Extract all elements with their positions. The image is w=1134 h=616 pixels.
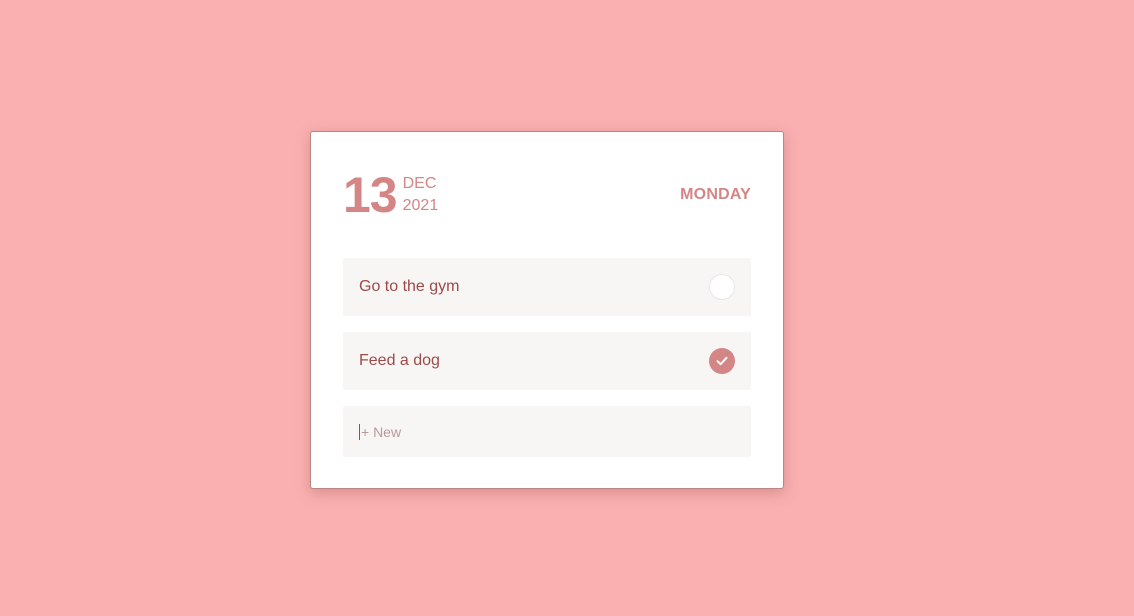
task-label: Feed a dog bbox=[359, 352, 440, 369]
weekday-label: MONDAY bbox=[680, 186, 751, 203]
day-number: 13 bbox=[343, 167, 398, 223]
month-year: DEC 2021 bbox=[403, 173, 439, 217]
date-header: 13 DEC 2021 MONDAY bbox=[343, 170, 751, 220]
todo-card: 13 DEC 2021 MONDAY Go to the gym Feed a … bbox=[310, 131, 784, 489]
checkmark-icon bbox=[716, 356, 728, 366]
new-task-input[interactable] bbox=[359, 423, 735, 440]
date-display: 13 DEC 2021 bbox=[343, 170, 438, 220]
task-list: Go to the gym Feed a dog bbox=[343, 258, 751, 457]
year-label: 2021 bbox=[402, 197, 439, 214]
month-label: DEC bbox=[402, 175, 437, 192]
checkmark-circle-icon[interactable] bbox=[709, 348, 735, 374]
task-label: Go to the gym bbox=[359, 278, 460, 295]
unchecked-circle-icon[interactable] bbox=[709, 274, 735, 300]
new-task-container bbox=[343, 406, 751, 457]
task-item-gym[interactable]: Go to the gym bbox=[343, 258, 751, 316]
task-item-feed-dog[interactable]: Feed a dog bbox=[343, 332, 751, 390]
